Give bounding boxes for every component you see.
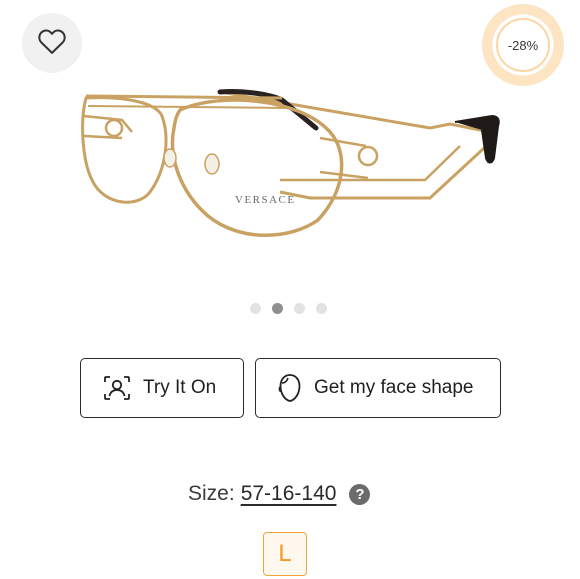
- help-icon[interactable]: ?: [349, 483, 371, 505]
- frame-brand-text: VERSACE: [235, 194, 296, 206]
- product-page: -28% VERSACE Try It On Get my face shape…: [0, 0, 580, 579]
- carousel-dot-4[interactable]: [316, 303, 327, 314]
- try-it-on-label: Try It On: [143, 377, 217, 398]
- size-row: Size: 57-16-140 ?: [188, 479, 371, 509]
- try-it-on-button[interactable]: Try It On: [80, 358, 244, 418]
- carousel-dot-3[interactable]: [294, 303, 305, 314]
- wishlist-button[interactable]: [22, 13, 82, 73]
- size-label: Size:: [188, 482, 235, 505]
- discount-label: -28%: [496, 18, 550, 72]
- carousel-dot-2[interactable]: [272, 303, 283, 314]
- carousel-dots: [250, 303, 327, 315]
- product-image-eyeglasses[interactable]: VERSACE: [70, 80, 510, 250]
- heart-outline-icon: [37, 27, 67, 60]
- carousel-dot-1[interactable]: [250, 303, 261, 314]
- face-scan-icon: [103, 375, 131, 401]
- discount-badge: -28%: [482, 4, 564, 86]
- face-outline-icon: [278, 373, 302, 403]
- get-face-shape-button[interactable]: Get my face shape: [255, 358, 501, 418]
- size-option-selected[interactable]: L: [263, 532, 307, 576]
- get-face-shape-label: Get my face shape: [314, 377, 474, 398]
- size-value-link[interactable]: 57-16-140: [241, 482, 337, 506]
